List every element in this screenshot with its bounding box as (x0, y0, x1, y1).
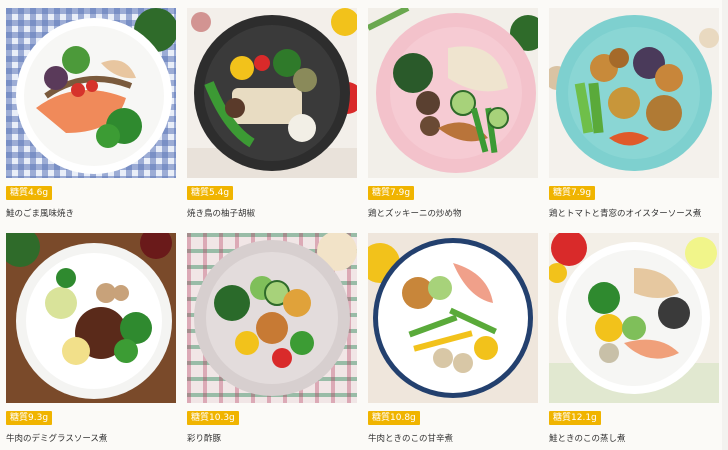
page-edge (722, 0, 728, 450)
product-name[interactable]: 焼き鳥の柚子胡椒 (187, 207, 255, 219)
product-photo[interactable] (6, 8, 176, 178)
product-photo[interactable] (6, 233, 176, 403)
product-name[interactable]: 牛肉のデミグラスソース煮 (6, 432, 107, 444)
product-grid: 糖質4.6g 鮭のごま風味焼き 糖質5.4g 焼き鳥の柚子胡椒 糖質7.9g 鶏… (0, 0, 728, 450)
product-photo[interactable] (549, 233, 719, 403)
carb-badge: 糖質5.4g (187, 186, 234, 200)
carb-badge: 糖質12.1g (549, 411, 601, 425)
product-name[interactable]: 彩り酢豚 (187, 432, 221, 444)
product-name[interactable]: 鮭のごま風味焼き (6, 207, 74, 219)
product-name[interactable]: 鶏とズッキーニの炒め物 (368, 207, 462, 219)
product-photo[interactable] (187, 8, 357, 178)
carb-badge: 糖質4.6g (6, 186, 53, 200)
carb-badge: 糖質7.9g (549, 186, 596, 200)
product-name[interactable]: 牛肉ときのこの甘辛煮 (368, 432, 453, 444)
carb-badge: 糖質10.8g (368, 411, 420, 425)
carb-badge: 糖質10.3g (187, 411, 239, 425)
carb-badge: 糖質9.3g (6, 411, 53, 425)
product-name[interactable]: 鮭ときのこの蒸し煮 (549, 432, 626, 444)
carb-badge: 糖質7.9g (368, 186, 415, 200)
product-photo[interactable] (549, 8, 719, 178)
product-photo[interactable] (187, 233, 357, 403)
product-photo[interactable] (368, 8, 538, 178)
product-name[interactable]: 鶏とトマトと青窓のオイスターソース煮 (549, 207, 701, 219)
product-photo[interactable] (368, 233, 538, 403)
